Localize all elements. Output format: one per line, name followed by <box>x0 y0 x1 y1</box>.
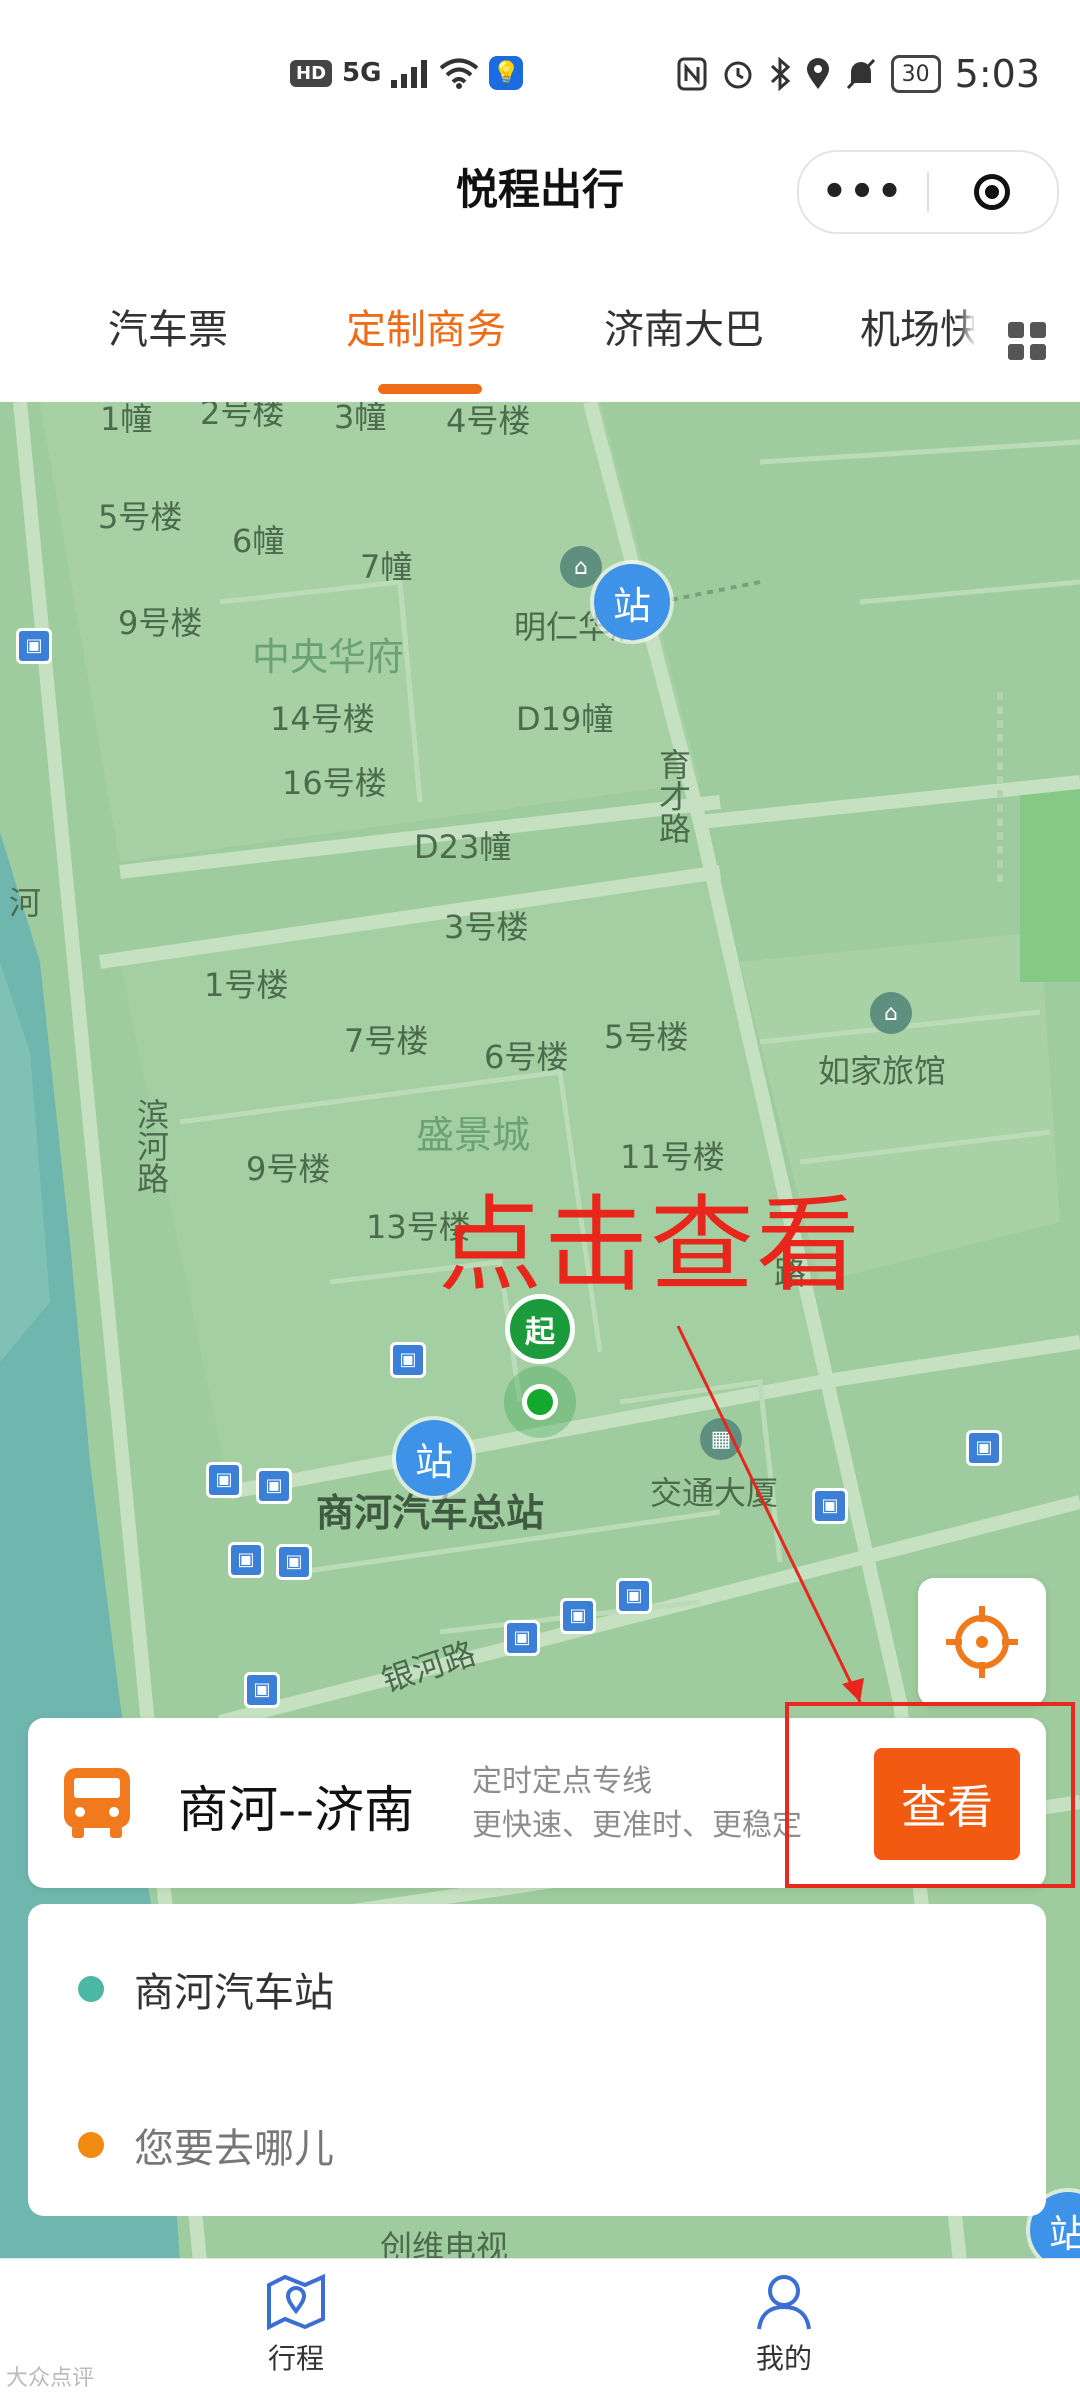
tab-jinan-bus[interactable]: 济南大巴 <box>604 280 764 380</box>
close-miniprogram-button[interactable] <box>929 152 1055 232</box>
annotation-highlight-box <box>785 1702 1075 1888</box>
origin-row[interactable]: 商河汽车站 <box>28 1924 1046 2054</box>
target-icon <box>974 174 1010 210</box>
tab-airport-express[interactable]: 机场快 <box>860 280 980 380</box>
destination-placeholder: 您要去哪儿 <box>134 2126 334 2172</box>
mute-icon <box>846 58 875 90</box>
nav-trips[interactable]: 行程 <box>216 2273 376 2393</box>
nfc-icon <box>677 57 707 91</box>
watermark: 大众点评 <box>6 2366 95 2391</box>
bluetooth-icon <box>770 57 790 91</box>
nav-mine-label: 我的 <box>755 2342 812 2375</box>
title-bar: 悦程出行 ••• <box>0 150 1080 280</box>
locate-button[interactable] <box>918 1578 1046 1706</box>
network-label: 5G <box>342 58 382 88</box>
alarm-icon <box>724 61 752 89</box>
crosshair-icon <box>946 1606 1018 1678</box>
origin-dot-icon <box>78 1976 104 2002</box>
category-tabs: 汽车票 定制商务 济南大巴 机场快 <box>0 280 1080 402</box>
grid-icon <box>1008 322 1046 360</box>
route-description: 定时定点专线 更快速、更准时、更稳定 <box>472 1760 802 1848</box>
bottom-nav: 行程 我的 <box>0 2258 1080 2401</box>
route-desc-line1: 定时定点专线 <box>472 1764 652 1799</box>
destination-row[interactable]: 您要去哪儿 <box>28 2080 1046 2210</box>
route-desc-line2: 更快速、更准时、更稳定 <box>472 1808 802 1843</box>
status-time: 5:03 <box>954 52 1040 96</box>
bulb-icon: 💡 <box>489 56 524 90</box>
tab-custom-business[interactable]: 定制商务 <box>346 280 506 380</box>
status-left: HD 5G 💡 <box>290 56 524 90</box>
active-tab-indicator <box>378 384 482 394</box>
all-categories-button[interactable] <box>974 280 1080 402</box>
signal-icon <box>391 60 428 88</box>
wifi-icon <box>440 58 479 89</box>
map-icon <box>267 2273 325 2331</box>
status-bar: HD 5G 💡 30 5:03 <box>0 0 1080 150</box>
user-icon <box>757 2275 811 2330</box>
bus-icon <box>64 1768 130 1838</box>
origin-label: 商河汽车站 <box>134 1970 334 2016</box>
nav-trips-label: 行程 <box>267 2342 324 2375</box>
status-right: 30 5:03 <box>677 52 1040 96</box>
battery-icon: 30 <box>890 55 941 93</box>
route-name: 商河--济南 <box>178 1781 415 1839</box>
miniprogram-capsule: ••• <box>797 150 1059 234</box>
tab-bus-ticket[interactable]: 汽车票 <box>108 280 228 380</box>
hd-badge: HD <box>290 59 333 87</box>
location-icon <box>806 58 829 89</box>
destination-dot-icon <box>78 2132 104 2158</box>
nav-mine[interactable]: 我的 <box>704 2273 864 2393</box>
more-button[interactable]: ••• <box>799 152 927 232</box>
location-card: 商河汽车站 您要去哪儿 <box>28 1904 1046 2216</box>
